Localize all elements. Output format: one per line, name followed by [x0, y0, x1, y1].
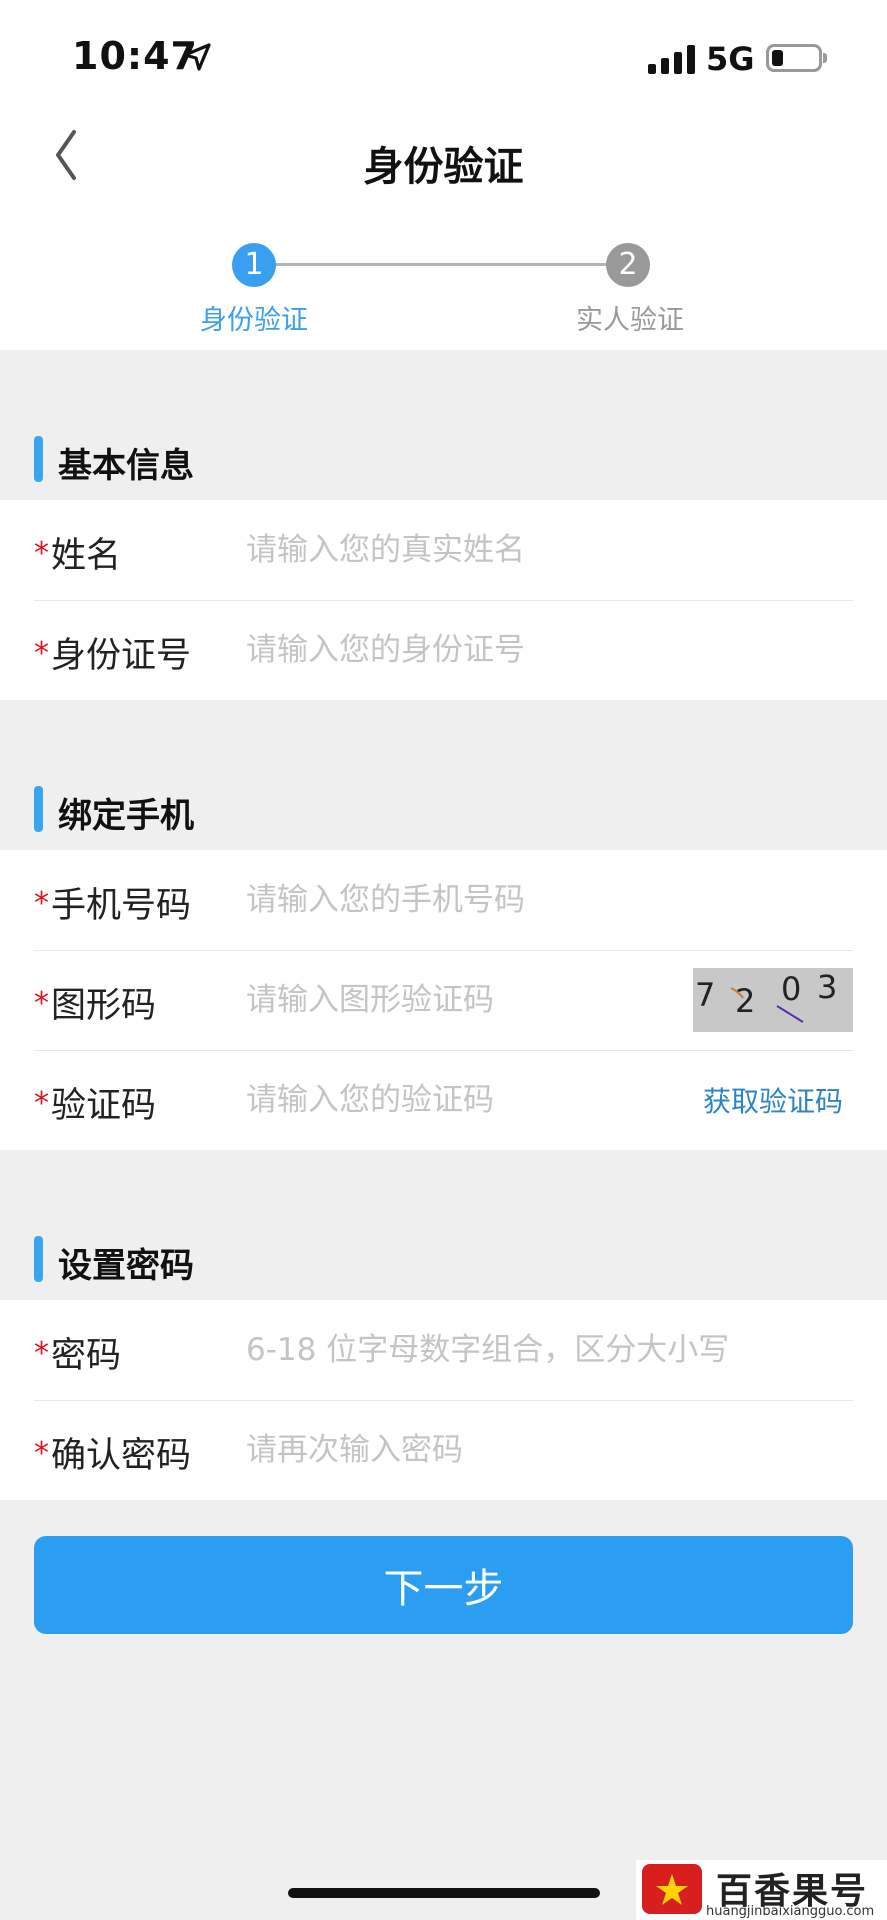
- password-input[interactable]: [246, 1322, 856, 1378]
- field-label: *姓名: [34, 527, 121, 578]
- watermark-url: huangjinbaixiangguo.com: [706, 1904, 875, 1919]
- required-mark: *: [34, 536, 49, 571]
- password-label: 密码: [51, 1336, 122, 1376]
- form-block-password: *密码 *确认密码: [0, 1300, 887, 1500]
- sms-code-input[interactable]: [246, 1072, 686, 1128]
- section-accent-bar: [34, 436, 43, 482]
- network-type: 5G: [706, 40, 755, 78]
- field-label: *密码: [34, 1327, 121, 1378]
- battery-tip: [823, 53, 827, 63]
- field-label: *身份证号: [34, 627, 191, 678]
- required-mark: *: [34, 1086, 49, 1121]
- form-row-sms-code: *验证码 获取验证码: [0, 1050, 887, 1150]
- section-header-basic: 基本信息: [0, 418, 887, 498]
- battery-icon: [766, 44, 822, 72]
- section-title: 绑定手机: [58, 796, 194, 836]
- step-1-label: 身份验证: [200, 305, 308, 336]
- location-arrow-icon: [183, 43, 211, 71]
- field-label: *图形码: [34, 977, 156, 1028]
- next-step-button[interactable]: 下一步: [34, 1536, 853, 1634]
- section-title: 设置密码: [58, 1246, 194, 1286]
- field-label: *确认密码: [34, 1427, 191, 1478]
- captcha-input[interactable]: [246, 972, 686, 1028]
- form-row-password: *密码: [0, 1300, 887, 1400]
- section-accent-bar: [34, 1236, 43, 1282]
- id-number-input[interactable]: [246, 622, 856, 678]
- captcha-noise-lines: [730, 987, 804, 1023]
- field-label: *手机号码: [34, 877, 191, 928]
- form-block-basic: *姓名 *身份证号: [0, 500, 887, 700]
- step-2-circle: 2: [606, 243, 650, 287]
- step-indicator: 1 2 身份验证 实人验证: [0, 210, 887, 350]
- mobile-label: 手机号码: [51, 886, 192, 926]
- step-1-circle: 1: [232, 243, 276, 287]
- form-row-name: *姓名: [0, 500, 887, 600]
- cellular-signal-icon: [648, 44, 695, 74]
- captcha-label: 图形码: [51, 986, 157, 1026]
- form-row-mobile: *手机号码: [0, 850, 887, 950]
- captcha-image[interactable]: 7 2 0 3: [693, 968, 853, 1032]
- form-row-id-number: *身份证号: [0, 600, 887, 700]
- status-time: 10:47: [72, 34, 198, 78]
- home-indicator[interactable]: [288, 1888, 600, 1898]
- section-header-password: 设置密码: [0, 1218, 887, 1298]
- get-code-button[interactable]: 获取验证码: [703, 1080, 843, 1120]
- section-accent-bar: [34, 786, 43, 832]
- form-row-confirm-password: *确认密码: [0, 1400, 887, 1500]
- required-mark: *: [34, 1436, 49, 1471]
- confirm-password-input[interactable]: [246, 1422, 856, 1478]
- page-title: 身份验证: [363, 144, 524, 190]
- confirm-password-label: 确认密码: [51, 1436, 192, 1476]
- form-block-phone: *手机号码 *图形码 7 2 0 3 *验证码 获取验证码: [0, 850, 887, 1150]
- form-row-captcha: *图形码 7 2 0 3: [0, 950, 887, 1050]
- section-header-phone: 绑定手机: [0, 768, 887, 848]
- id-number-label: 身份证号: [51, 636, 192, 676]
- mobile-input[interactable]: [246, 872, 856, 928]
- name-label: 姓名: [51, 536, 122, 576]
- watermark: 百香果号 huangjinbaixiangguo.com: [636, 1860, 887, 1920]
- name-input[interactable]: [246, 522, 856, 578]
- nav-bar: 身份验证: [0, 110, 887, 210]
- sms-code-label: 验证码: [51, 1086, 157, 1126]
- required-mark: *: [34, 636, 49, 671]
- required-mark: *: [34, 986, 49, 1021]
- status-bar: 10:47 5G: [0, 0, 887, 110]
- step-connector: [254, 263, 628, 266]
- step-2-label: 实人验证: [576, 305, 684, 336]
- required-mark: *: [34, 1336, 49, 1371]
- required-mark: *: [34, 886, 49, 921]
- field-label: *验证码: [34, 1077, 156, 1128]
- watermark-logo-icon: [642, 1864, 702, 1914]
- section-title: 基本信息: [58, 446, 194, 486]
